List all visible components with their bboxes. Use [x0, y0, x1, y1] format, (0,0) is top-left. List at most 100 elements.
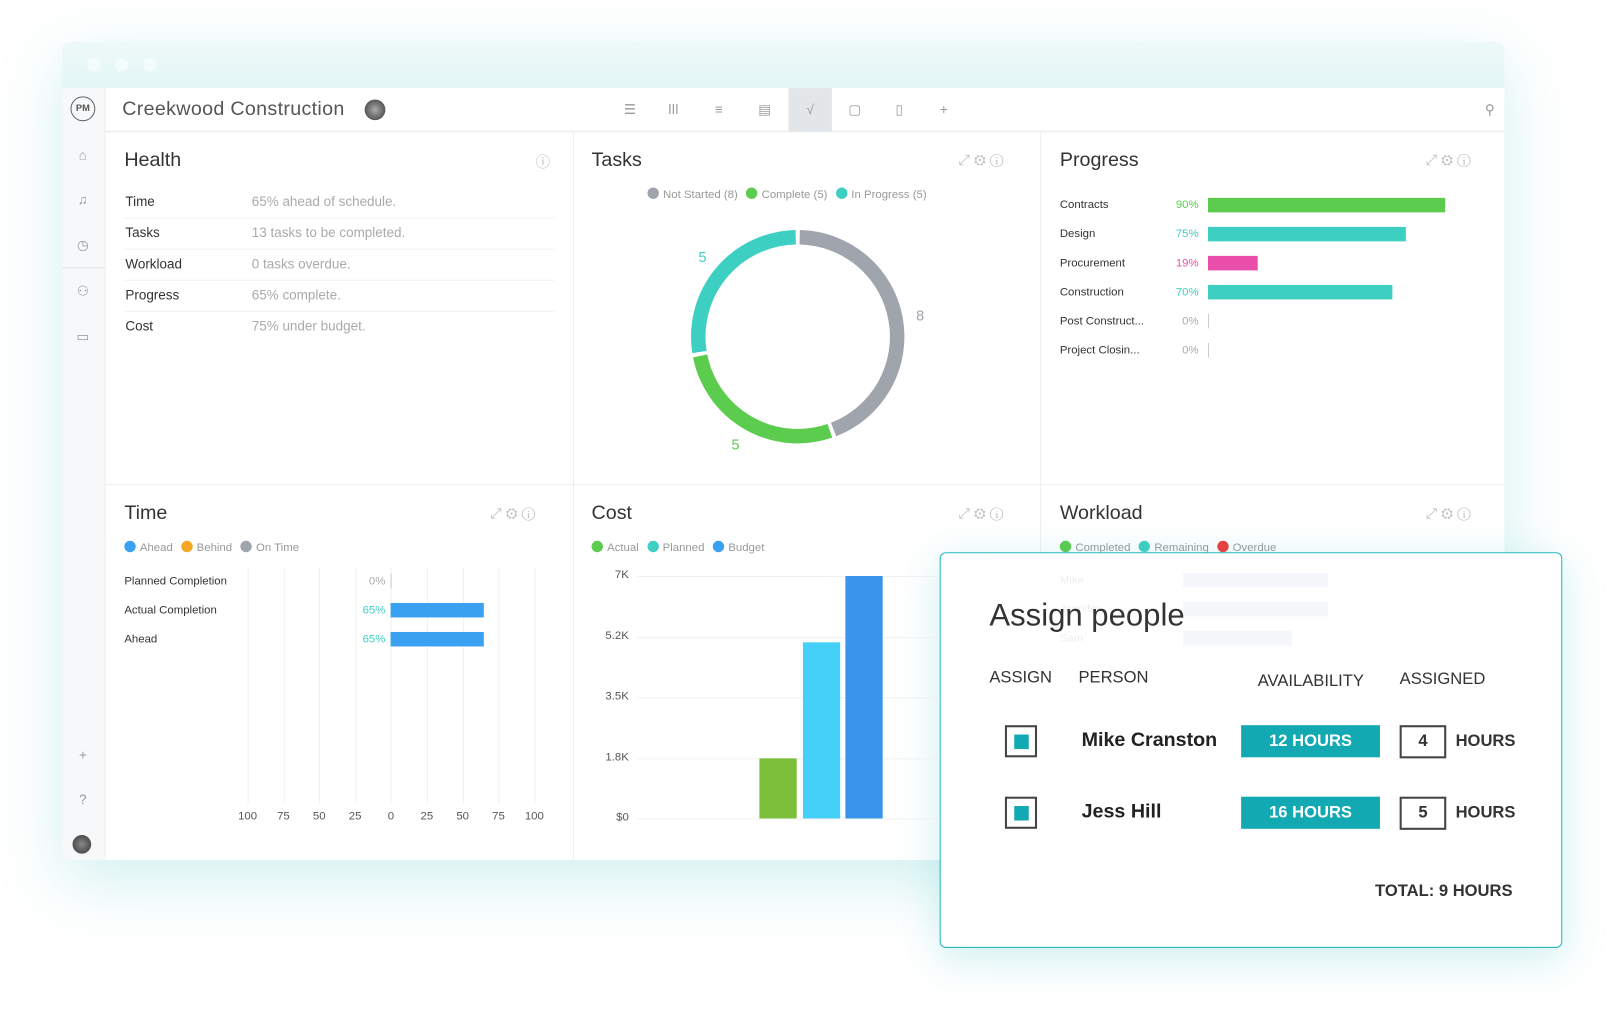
progress-bar [1207, 226, 1406, 242]
health-value: 75% under budget. [251, 318, 366, 334]
assign-checkbox[interactable] [1004, 725, 1038, 758]
workload-bar [1183, 601, 1329, 617]
donut-segment-complete [693, 354, 833, 444]
tasks-legend: Not Started (8) Complete (5) In Progress (… [647, 187, 935, 201]
cost-title: Cost [591, 502, 633, 525]
health-value: 13 tasks to be completed. [251, 224, 406, 241]
x-tick-label: 100 [524, 810, 544, 823]
gantt-icon[interactable]: ≡ [697, 98, 741, 121]
y-tick-label: $0 [616, 811, 629, 824]
list-icon[interactable]: ☰ [608, 98, 652, 121]
cost-bar-planned [802, 641, 841, 819]
cost-legend: Actual Planned Budget [591, 540, 773, 554]
donut-segment-in-progress [691, 230, 797, 354]
y-tick-label: 7K [614, 568, 629, 582]
window-close-button[interactable] [87, 58, 101, 72]
assign-checkbox[interactable] [1004, 796, 1038, 829]
search-icon[interactable]: ⚲ [1468, 98, 1512, 121]
briefcase-icon[interactable]: ▭ [73, 326, 94, 347]
workload-bar [1183, 572, 1329, 588]
panel-actions-icons[interactable]: ⤢⚙ⓘ [490, 505, 539, 523]
project-avatar[interactable] [364, 99, 386, 121]
progress-percent: 0% [1182, 314, 1199, 328]
window-minimize-button[interactable] [114, 58, 129, 72]
time-percent: 0% [368, 574, 386, 588]
grid-line [283, 567, 285, 804]
clock-icon[interactable]: ◷ [73, 235, 94, 256]
add-view-icon[interactable]: + [922, 98, 966, 121]
column-header-availability: AVAILABILITY [1257, 672, 1364, 690]
progress-percent: 0% [1182, 343, 1199, 357]
help-icon[interactable]: ? [73, 789, 94, 810]
progress-panel [1041, 132, 1505, 485]
x-tick-label: 75 [277, 810, 290, 823]
dashboard-icon[interactable]: √ [788, 98, 832, 121]
health-label: Workload [125, 255, 183, 272]
health-title: Health [124, 149, 182, 171]
availability-badge: 16 HOURS [1241, 796, 1380, 829]
progress-bar [1207, 197, 1445, 213]
user-avatar[interactable] [72, 835, 92, 854]
health-label: Time [125, 193, 155, 210]
file-icon[interactable]: ▯ [877, 98, 921, 121]
progress-percent: 90% [1175, 198, 1199, 212]
tasks-title: Tasks [591, 149, 642, 171]
calendar-icon[interactable]: ▢ [833, 98, 877, 121]
health-row: Workload 0 tasks overdue. [124, 250, 555, 281]
panel-actions-icons[interactable]: ⤢⚙ⓘ [958, 151, 1007, 169]
time-percent: 65% [362, 603, 386, 617]
x-tick-label: 75 [492, 810, 505, 823]
progress-label: Project Closin... [1059, 343, 1140, 357]
legend-item: Not Started (8) [647, 187, 738, 201]
health-row: Time 65% ahead of schedule. [124, 188, 555, 219]
workload-name: Mike [1059, 573, 1084, 587]
grid-line [637, 697, 938, 699]
assigned-hours-input[interactable]: 5 [1399, 796, 1447, 830]
time-title: Time [124, 502, 168, 525]
home-icon[interactable]: ⌂ [73, 145, 94, 166]
health-value: 65% complete. [251, 286, 341, 303]
cost-bar-budget [845, 576, 883, 819]
hours-unit: HOURS [1455, 732, 1516, 751]
window-maximize-button[interactable] [142, 58, 157, 72]
sheet-icon[interactable]: ▤ [743, 98, 787, 121]
donut-label: 5 [698, 250, 706, 266]
progress-bar [1207, 342, 1210, 358]
panel-actions-icons[interactable]: ⤢⚙ⓘ [1426, 505, 1475, 523]
progress-bar [1207, 255, 1258, 271]
help-icon[interactable]: ⓘ [536, 151, 555, 172]
time-row-label: Planned Completion [124, 574, 227, 588]
column-header-person: PERSON [1078, 669, 1149, 687]
column-header-assign: ASSIGN [989, 669, 1053, 687]
pm-logo[interactable]: PM [70, 96, 96, 122]
donut-label: 5 [732, 438, 740, 454]
y-tick-label: 3.5K [605, 689, 629, 703]
time-bar [390, 631, 485, 647]
assigned-hours-input[interactable]: 4 [1399, 725, 1447, 759]
progress-percent: 75% [1175, 227, 1199, 241]
dialog-title: Assign people [989, 598, 1185, 633]
health-row: Progress 65% complete. [124, 281, 555, 312]
plus-icon[interactable]: + [73, 745, 94, 766]
legend-item: On Time [240, 540, 299, 554]
bell-icon[interactable]: ♫ [73, 190, 94, 211]
health-row: Cost 75% under budget. [124, 312, 554, 343]
grid-line [637, 576, 938, 578]
grid-line [637, 636, 938, 638]
people-icon[interactable]: ⚇ [73, 281, 94, 302]
progress-percent: 19% [1175, 256, 1199, 270]
column-header-assigned: ASSIGNED [1399, 670, 1486, 688]
health-label: Tasks [125, 224, 160, 241]
legend-item: Budget [712, 540, 764, 554]
panel-actions-icons[interactable]: ⤢⚙ⓘ [1426, 151, 1475, 169]
panel-actions-icons[interactable]: ⤢⚙ⓘ [958, 505, 1007, 523]
legend-item: In Progress (5) [835, 187, 927, 201]
board-icon[interactable]: ǀǀǀ [652, 98, 696, 121]
x-tick-label: 0 [387, 810, 395, 823]
progress-title: Progress [1059, 149, 1139, 171]
legend-item: Ahead [124, 540, 173, 554]
time-row-label: Actual Completion [124, 603, 217, 617]
x-tick-label: 25 [348, 810, 362, 823]
legend-item: Complete (5) [746, 187, 827, 201]
progress-label: Post Construct... [1059, 314, 1145, 328]
